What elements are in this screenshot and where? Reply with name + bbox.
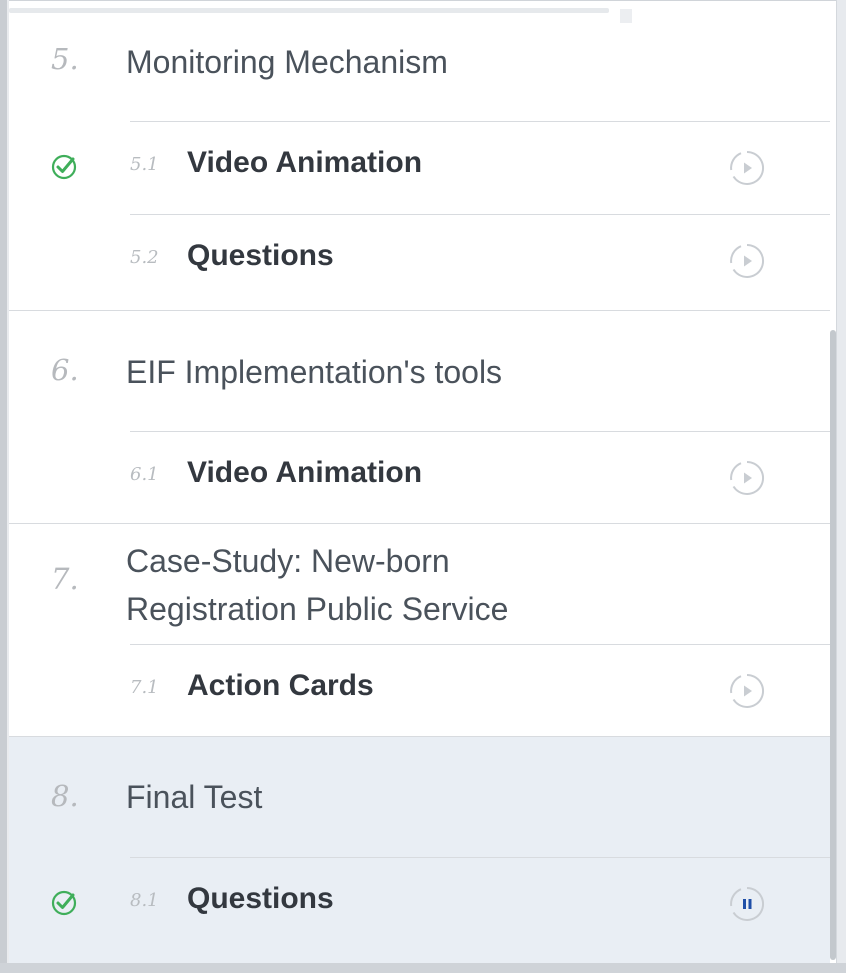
lesson-number: 5.2 xyxy=(130,247,159,268)
section-6: 6. EIF Implementation's tools 6.1 Video … xyxy=(9,311,830,523)
lesson-divider xyxy=(130,121,830,122)
section-title: Monitoring Mechanism xyxy=(126,44,448,80)
section-5: 5. Monitoring Mechanism 5.1 Video Animat… xyxy=(9,0,830,310)
play-circle-icon[interactable] xyxy=(728,459,766,497)
pause-circle-icon[interactable] xyxy=(728,885,766,923)
lesson-number: 5.1 xyxy=(130,154,159,175)
lesson-item-6-1[interactable]: 6.1 Video Animation xyxy=(130,431,830,523)
lesson-title[interactable]: Video Animation xyxy=(187,456,422,490)
check-icon xyxy=(51,154,77,180)
section-number: 8. xyxy=(51,779,79,813)
lesson-number: 6.1 xyxy=(130,464,159,485)
lesson-item-5-1[interactable]: 5.1 Video Animation xyxy=(51,121,830,213)
lesson-divider xyxy=(130,431,830,432)
lesson-title[interactable]: Questions xyxy=(187,882,334,916)
section-title: Final Test xyxy=(126,779,263,815)
lesson-divider xyxy=(130,857,830,858)
play-circle-icon[interactable] xyxy=(728,672,766,710)
lesson-item-8-1[interactable]: 8.1 Questions xyxy=(51,857,830,949)
lesson-divider xyxy=(130,214,830,215)
check-icon xyxy=(51,890,77,916)
course-outline: 5. Monitoring Mechanism 5.1 Video Animat… xyxy=(9,0,830,963)
section-8: 8. Final Test 8.1 Questions xyxy=(9,737,830,963)
play-circle-icon[interactable] xyxy=(728,242,766,280)
lesson-title[interactable]: Video Animation xyxy=(187,146,422,180)
section-title-line-2: Registration Public Service xyxy=(126,591,509,627)
section-7: 7. Case-Study: New-born Registration Pub… xyxy=(9,524,830,736)
lesson-number: 8.1 xyxy=(130,890,159,911)
section-number: 5. xyxy=(51,42,79,76)
play-circle-icon[interactable] xyxy=(728,149,766,187)
section-number: 7. xyxy=(51,562,79,596)
section-number: 6. xyxy=(51,353,79,387)
window-frame-right xyxy=(836,0,846,973)
section-title-line-1: Case-Study: New-born xyxy=(126,543,450,579)
lesson-number: 7.1 xyxy=(130,677,159,698)
lesson-title[interactable]: Questions xyxy=(187,239,334,273)
lesson-item-7-1[interactable]: 7.1 Action Cards xyxy=(130,644,830,736)
lesson-title[interactable]: Action Cards xyxy=(187,669,374,703)
window-frame-bottom xyxy=(0,963,846,973)
window-frame-left xyxy=(0,0,7,973)
lesson-item-5-2[interactable]: 5.2 Questions xyxy=(130,214,830,306)
section-title: EIF Implementation's tools xyxy=(126,354,503,390)
lesson-divider xyxy=(130,644,830,645)
